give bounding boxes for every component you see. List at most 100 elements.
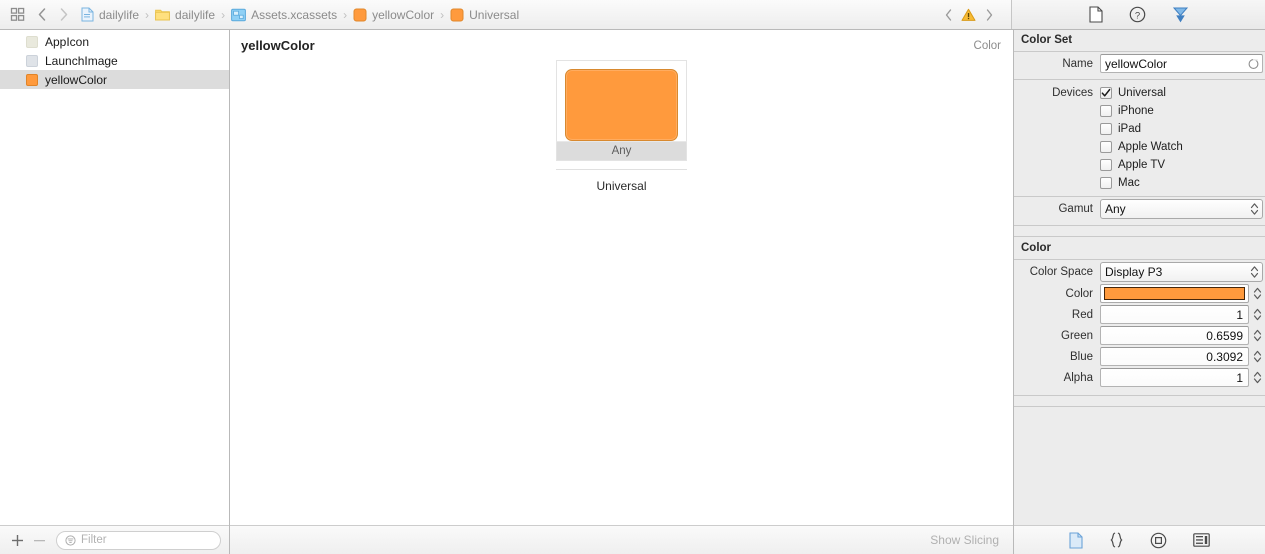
color-well[interactable] xyxy=(1100,284,1249,303)
next-issue-chevron-icon[interactable] xyxy=(979,4,999,26)
color-slot-card[interactable] xyxy=(556,60,687,141)
asset-list: AppIcon LaunchImage yellowColor xyxy=(0,30,229,525)
forward-chevron-icon[interactable] xyxy=(54,4,74,26)
color-set-icon xyxy=(353,8,367,22)
device-label-apple-tv: Apple TV xyxy=(1118,159,1166,171)
divider xyxy=(1014,196,1265,197)
svg-text:?: ? xyxy=(1134,10,1139,21)
device-label-universal: Universal xyxy=(1118,87,1166,99)
divider xyxy=(1014,395,1265,396)
color-slot-caption: Any xyxy=(556,141,687,161)
remove-asset-button[interactable] xyxy=(30,531,48,549)
section-title-color-set: Color Set xyxy=(1021,34,1073,46)
file-inspector-icon[interactable] xyxy=(1088,6,1103,23)
alpha-label: Alpha xyxy=(1063,371,1093,384)
color-label: Color xyxy=(1065,287,1093,300)
asset-row-appicon[interactable]: AppIcon xyxy=(0,32,229,51)
red-label: Red xyxy=(1071,308,1093,321)
show-slicing-button[interactable]: Show Slicing xyxy=(930,533,999,547)
page-title: yellowColor xyxy=(241,38,315,53)
main-body: AppIcon LaunchImage yellowColor Filter y… xyxy=(0,30,1265,554)
breadcrumb: dailylife › dailylife › Assets.xcassets … xyxy=(80,7,938,22)
asset-navigator: AppIcon LaunchImage yellowColor Filter xyxy=(0,30,230,554)
issue-navigator-controls xyxy=(938,4,1007,26)
media-library-icon[interactable] xyxy=(1193,533,1210,547)
gamut-row: Gamut Any xyxy=(1014,198,1265,220)
breadcrumb-separator: › xyxy=(343,7,348,22)
asset-label: LaunchImage xyxy=(45,53,118,68)
alpha-stepper[interactable] xyxy=(1252,368,1263,387)
gamut-label: Gamut xyxy=(1058,203,1093,215)
file-template-library-icon[interactable] xyxy=(1069,531,1083,549)
alpha-row: Alpha 1 xyxy=(1014,367,1265,388)
device-row-iphone: iPhone xyxy=(1014,102,1265,120)
color-slot-name: Universal xyxy=(596,179,647,193)
breadcrumb-label: Assets.xcassets xyxy=(251,7,338,22)
gamut-select[interactable]: Any xyxy=(1100,199,1263,219)
checkbox-apple-tv[interactable] xyxy=(1100,159,1112,171)
color-space-select[interactable]: Display P3 xyxy=(1100,262,1263,282)
breadcrumb-item-project[interactable]: dailylife xyxy=(80,7,140,22)
add-asset-button[interactable] xyxy=(8,531,26,549)
device-row-ipad: iPad xyxy=(1014,120,1265,138)
divider xyxy=(1014,236,1265,237)
device-label-mac: Mac xyxy=(1118,177,1140,189)
clear-field-icon[interactable] xyxy=(1248,58,1259,69)
divider xyxy=(1014,51,1265,52)
breadcrumb-label: Universal xyxy=(469,7,520,22)
breadcrumb-item-colorset[interactable]: yellowColor xyxy=(352,8,435,22)
checkbox-apple-watch[interactable] xyxy=(1100,141,1112,153)
red-input[interactable]: 1 xyxy=(1100,305,1249,324)
blue-input[interactable]: 0.3092 xyxy=(1100,347,1249,366)
checkbox-ipad[interactable] xyxy=(1100,123,1112,135)
asset-row-yellowcolor[interactable]: yellowColor xyxy=(0,70,229,89)
warning-triangle-icon[interactable] xyxy=(961,8,976,22)
breadcrumb-item-universal[interactable]: Universal xyxy=(449,8,520,22)
device-label-iphone: iPhone xyxy=(1118,105,1154,117)
previous-issue-chevron-icon[interactable] xyxy=(938,4,958,26)
back-chevron-icon[interactable] xyxy=(32,4,52,26)
navigation-arrows xyxy=(32,4,74,26)
color-well-fill xyxy=(1104,287,1245,300)
checkbox-mac[interactable] xyxy=(1100,177,1112,189)
color-well-row: Color xyxy=(1014,283,1265,304)
blue-stepper[interactable] xyxy=(1252,347,1263,366)
green-input[interactable]: 0.6599 xyxy=(1100,326,1249,345)
red-row: Red 1 xyxy=(1014,304,1265,325)
checkbox-universal[interactable] xyxy=(1100,87,1112,99)
name-label: Name xyxy=(1062,57,1093,70)
appicon-thumbnail-icon xyxy=(26,35,38,48)
alpha-input[interactable]: 1 xyxy=(1100,368,1249,387)
attributes-inspector: Color Set Name yellowColor Devices Unive… xyxy=(1013,30,1265,554)
swift-document-icon xyxy=(81,7,94,22)
asset-editor: yellowColor Color Any Universal Show Sli… xyxy=(230,30,1013,554)
breadcrumb-item-xcassets[interactable]: Assets.xcassets xyxy=(230,8,338,22)
breadcrumb-item-group[interactable]: dailylife xyxy=(154,8,216,22)
filter-input[interactable]: Filter xyxy=(56,530,221,550)
editor-footer: Show Slicing xyxy=(230,525,1013,554)
asset-label: yellowColor xyxy=(45,72,108,87)
asset-row-launchimage[interactable]: LaunchImage xyxy=(0,51,229,70)
inspector-tabs: ? xyxy=(1088,6,1189,24)
name-input[interactable]: yellowColor xyxy=(1100,54,1263,73)
checkbox-iphone[interactable] xyxy=(1100,105,1112,117)
red-stepper[interactable] xyxy=(1252,305,1263,324)
identity-inspector-icon[interactable] xyxy=(1172,6,1189,24)
blue-value: 0.3092 xyxy=(1206,349,1243,364)
quick-help-inspector-icon[interactable]: ? xyxy=(1129,6,1146,23)
object-library-icon[interactable] xyxy=(1150,532,1167,549)
color-slot-group: Any Universal xyxy=(556,60,687,193)
breadcrumb-separator: › xyxy=(145,7,150,22)
color-stepper[interactable] xyxy=(1252,284,1263,303)
asset-editor-canvas[interactable]: yellowColor Color Any Universal xyxy=(230,30,1013,525)
gamut-value: Any xyxy=(1105,202,1126,216)
device-row-mac: Mac xyxy=(1014,174,1265,192)
device-label-apple-watch: Apple Watch xyxy=(1118,141,1183,153)
green-stepper[interactable] xyxy=(1252,326,1263,345)
related-items-grid-icon[interactable] xyxy=(4,4,30,26)
divider xyxy=(1014,259,1265,260)
library-selector-bar xyxy=(1014,525,1265,554)
color-slot-swatch[interactable] xyxy=(565,69,678,141)
code-snippet-library-icon[interactable] xyxy=(1109,532,1124,548)
